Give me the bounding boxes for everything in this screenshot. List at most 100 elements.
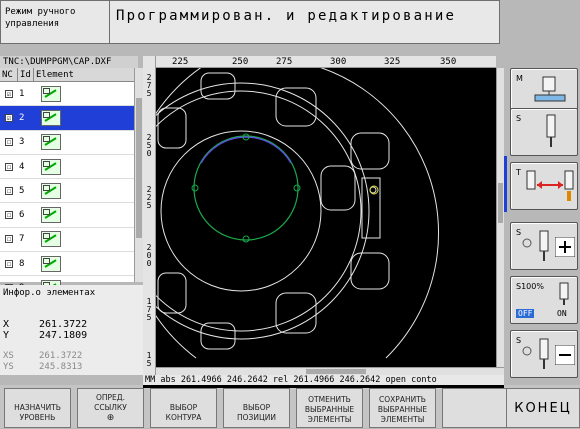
spindle-override-softkey[interactable]: S100% OFF ON — [510, 276, 578, 324]
fk-line: СОХРАНИТЬ — [379, 395, 426, 404]
contour-element-icon — [41, 85, 61, 102]
tool-icon — [539, 230, 549, 261]
col-element: Element — [36, 70, 74, 80]
table-row[interactable]: ☐ 5 — [0, 179, 134, 204]
fk-line: УРОВЕНЬ — [19, 413, 56, 422]
ruler-label: 175 — [146, 297, 152, 322]
table-row[interactable]: ☐ 8 — [0, 252, 134, 277]
select-contour-softkey[interactable]: ВЫБОР КОНТУРА — [150, 388, 217, 428]
ys-value: 245.8313 — [39, 362, 83, 372]
assign-layer-softkey[interactable]: НАЗНАЧИТЬ УРОВЕНЬ — [4, 388, 71, 428]
t-tool-softkey[interactable]: T — [510, 162, 578, 210]
table-row[interactable]: ☑ 2 — [0, 106, 134, 131]
element-id: 1 — [19, 88, 25, 99]
tool-change-icon — [526, 170, 574, 201]
tool-icon — [539, 338, 549, 369]
spindle-plus-softkey[interactable]: S — [510, 222, 578, 270]
table-row[interactable]: ☐ 7 — [0, 228, 134, 253]
y-value: 247.1809 — [39, 330, 88, 341]
nc-checkbox[interactable]: ☑ — [5, 113, 13, 122]
element-id: 5 — [19, 185, 25, 196]
nc-checkbox[interactable]: ☐ — [5, 138, 13, 147]
fk-line: ОПРЕД. — [95, 393, 126, 402]
ruler-label: 200 — [146, 243, 152, 268]
fk-line: ЭЛЕМЕНТЫ — [380, 415, 425, 424]
table-row[interactable]: ☑ 1 — [0, 82, 134, 107]
nc-checkbox[interactable]: ☐ — [5, 259, 13, 268]
notch — [293, 184, 301, 192]
element-info-panel: Инфор.о элементах X 261.3722 Y 247.1809 XS… — [0, 285, 143, 375]
save-selected-softkey[interactable]: СОХРАНИТЬ ВЫБРАННЫЕ ЭЛЕМЕНТЫ — [369, 388, 436, 428]
page-title: Программирован. и редактирование — [110, 0, 500, 44]
nc-checkbox[interactable]: ☐ — [5, 235, 13, 244]
cutout — [200, 72, 236, 100]
notch — [191, 184, 199, 192]
contour-element-icon — [41, 231, 61, 248]
contour-element-icon — [41, 182, 61, 199]
mode-line-2: управления — [5, 19, 60, 29]
empty-softkey[interactable] — [442, 388, 509, 428]
ruler-label: 275 — [276, 57, 293, 67]
cutout — [350, 132, 390, 170]
contour-element-icon — [41, 109, 61, 126]
notch — [242, 235, 250, 243]
operating-mode-indicator: Режим ручного управления — [0, 0, 110, 44]
spindle-minus-softkey[interactable]: S — [510, 330, 578, 378]
off-label: OFF — [516, 309, 535, 318]
element-id: 6 — [19, 210, 25, 221]
s-label: S — [516, 228, 522, 237]
end-button[interactable]: КОНЕЦ — [506, 388, 580, 428]
coordinate-status-bar: MM abs 261.4966 246.2642 rel 261.4966 24… — [143, 375, 504, 385]
table-row[interactable]: ☐ 6 — [0, 203, 134, 228]
minus-icon — [555, 345, 575, 365]
fk-line: ВЫБОР — [169, 403, 198, 412]
fk-line: ВЫБРАННЫЕ — [377, 405, 428, 414]
info-x-row: X 261.3722 — [3, 319, 140, 330]
s-spindle-softkey[interactable]: S — [510, 108, 578, 156]
contour-element-icon — [41, 255, 61, 272]
fk-line: НАЗНАЧИТЬ — [14, 403, 61, 412]
x-value: 261.3722 — [39, 319, 88, 330]
table-row[interactable]: ☐ 4 — [0, 155, 134, 180]
fk-line: ЭЛЕМЕНТЫ — [307, 415, 352, 424]
select-positions-softkey[interactable]: ВЫБОР ПОЗИЦИИ — [223, 388, 290, 428]
nc-checkbox[interactable]: ☑ — [5, 89, 13, 98]
vertical-ruler: 275 250 225 200 175 15 — [143, 56, 156, 376]
table-row[interactable]: ☐ 3 — [0, 131, 134, 155]
tool-icon — [559, 282, 569, 305]
m-label: M — [516, 74, 523, 83]
ruler-label: 250 — [146, 133, 152, 158]
fk-line: ОТМЕНИТЬ — [308, 395, 351, 404]
outer-ring-inner — [156, 90, 362, 332]
ruler-label: 225 — [172, 57, 189, 67]
canvas-vertical-scrollbar[interactable] — [496, 68, 504, 367]
cutout — [350, 252, 390, 290]
cutout — [275, 87, 317, 127]
info-y-row: Y 247.1809 — [3, 330, 140, 341]
cutout — [320, 165, 356, 211]
nc-checkbox[interactable]: ☐ — [5, 211, 13, 220]
nc-checkbox[interactable]: ☐ — [5, 186, 13, 195]
horizontal-ruler: 225 250 275 300 325 350 — [156, 56, 496, 68]
fk-line: КОНТУРА — [165, 413, 202, 422]
contour-element-icon — [41, 207, 61, 224]
nc-checkbox[interactable]: ☐ — [5, 162, 13, 171]
s-label: S — [516, 114, 522, 123]
ruler-label: 275 — [146, 73, 152, 98]
element-id: 8 — [19, 258, 25, 269]
canvas-horizontal-scrollbar[interactable] — [156, 367, 504, 375]
fk-line: ПОЗИЦИИ — [236, 413, 276, 422]
dxf-drawing-canvas[interactable] — [156, 68, 496, 367]
table-scrollbar[interactable] — [134, 68, 143, 282]
on-label: ON — [557, 309, 567, 318]
set-reference-softkey[interactable]: ОПРЕД. ССЫЛКУ ⊕ — [77, 388, 144, 428]
cancel-selected-softkey[interactable]: ОТМЕНИТЬ ВЫБРАННЫЕ ЭЛЕМЕНТЫ — [296, 388, 363, 428]
ruler-label: 350 — [440, 57, 457, 67]
file-path: TNC:\DUMPPGM\CAP.DXF — [0, 56, 138, 68]
scroll-thumb[interactable] — [306, 369, 366, 374]
contour-element-icon — [41, 134, 61, 151]
x-label: X — [3, 319, 10, 330]
scroll-thumb[interactable] — [136, 98, 142, 238]
col-id: Id — [18, 68, 34, 81]
scroll-thumb[interactable] — [498, 183, 503, 223]
